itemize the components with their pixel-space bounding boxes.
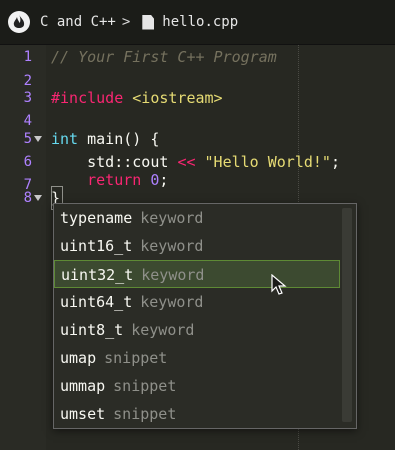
line-number: 8 xyxy=(0,186,46,210)
line-number: 1 xyxy=(23,49,32,65)
line-number: 6 xyxy=(23,154,32,170)
breadcrumb-file[interactable]: hello.cpp xyxy=(162,14,238,30)
fold-arrow-icon[interactable] xyxy=(34,195,42,201)
flame-logo-icon[interactable] xyxy=(8,11,30,33)
popup-scrollbar[interactable] xyxy=(342,208,352,422)
autocomplete-item-selected[interactable]: uint32_t keyword xyxy=(54,260,340,288)
code-line: #include <iostream> xyxy=(51,89,223,107)
code-line: // Your First C++ Program xyxy=(51,48,277,66)
autocomplete-popup[interactable]: typename keyword uint16_t keyword uint32_t… xyxy=(53,203,357,429)
autocomplete-item[interactable]: umset snippet xyxy=(54,400,340,428)
autocomplete-item[interactable]: typename keyword xyxy=(54,204,340,232)
mouse-pointer-icon xyxy=(271,273,287,296)
breadcrumb-separator: > xyxy=(121,14,131,30)
line-number: 3 xyxy=(23,90,32,106)
fold-arrow-icon[interactable] xyxy=(34,136,42,142)
code-line: return 0; xyxy=(87,171,169,189)
autocomplete-item[interactable]: ummap snippet xyxy=(54,372,340,400)
breadcrumb: C and C++ > hello.cpp xyxy=(40,14,238,30)
autocomplete-item[interactable]: umap snippet xyxy=(54,344,340,372)
top-bar: C and C++ > hello.cpp xyxy=(0,0,395,45)
autocomplete-item[interactable]: uint16_t keyword xyxy=(54,232,340,260)
autocomplete-item[interactable]: uint64_t keyword xyxy=(54,288,340,316)
line-number-gutter: 1 2 3 4 5 6 7 8 xyxy=(0,45,46,450)
autocomplete-item[interactable]: uint8_t keyword xyxy=(54,316,340,344)
code-line: int main() { xyxy=(51,130,160,148)
breadcrumb-folder[interactable]: C and C++ xyxy=(40,14,116,30)
line-number: 5 xyxy=(0,127,46,151)
file-icon xyxy=(142,14,155,30)
